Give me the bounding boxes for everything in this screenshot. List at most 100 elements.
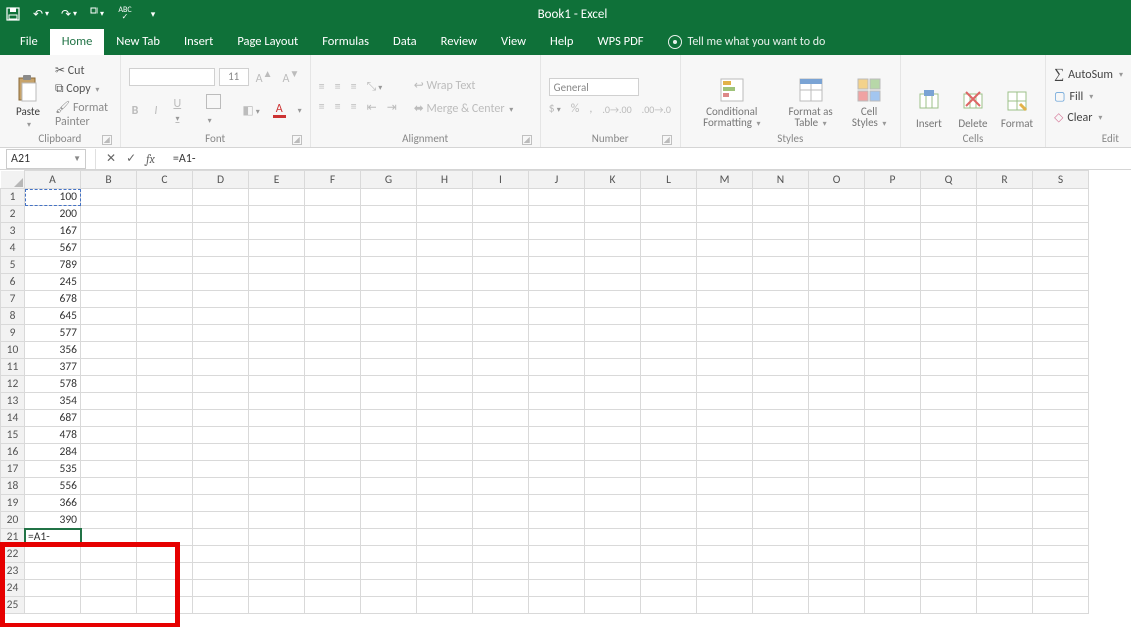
cell-E14[interactable] [249, 410, 305, 427]
cell-S7[interactable] [1033, 291, 1089, 308]
cell-L23[interactable] [641, 563, 697, 580]
cell-J5[interactable] [529, 257, 585, 274]
cell-L6[interactable] [641, 274, 697, 291]
cell-A17[interactable]: 535 [25, 461, 81, 478]
cell-R15[interactable] [977, 427, 1033, 444]
cell-H16[interactable] [417, 444, 473, 461]
cell-G2[interactable] [361, 206, 417, 223]
cell-O11[interactable] [809, 359, 865, 376]
cell-J7[interactable] [529, 291, 585, 308]
cell-G1[interactable] [361, 189, 417, 206]
cell-D5[interactable] [193, 257, 249, 274]
cell-K25[interactable] [585, 597, 641, 614]
cell-K6[interactable] [585, 274, 641, 291]
cell-S10[interactable] [1033, 342, 1089, 359]
cell-N2[interactable] [753, 206, 809, 223]
cell-H17[interactable] [417, 461, 473, 478]
touch-mode-icon[interactable]: ▾ [90, 7, 104, 21]
row-header-18[interactable]: 18 [1, 478, 25, 495]
cell-A6[interactable]: 245 [25, 274, 81, 291]
column-header-J[interactable]: J [529, 171, 585, 189]
cell-C12[interactable] [137, 376, 193, 393]
spelling-icon[interactable]: ABC✓ [118, 7, 132, 21]
cell-G21[interactable] [361, 529, 417, 546]
cell-H15[interactable] [417, 427, 473, 444]
cell-Q3[interactable] [921, 223, 977, 240]
cell-P7[interactable] [865, 291, 921, 308]
cell-Q5[interactable] [921, 257, 977, 274]
formula-cancel-icon[interactable]: ✕ [106, 151, 116, 166]
cell-O7[interactable] [809, 291, 865, 308]
row-header-19[interactable]: 19 [1, 495, 25, 512]
cell-G24[interactable] [361, 580, 417, 597]
accounting-format-icon[interactable]: $▾ [549, 102, 561, 116]
cell-O4[interactable] [809, 240, 865, 257]
cell-B3[interactable] [81, 223, 137, 240]
cell-E20[interactable] [249, 512, 305, 529]
cell-Q12[interactable] [921, 376, 977, 393]
cell-F24[interactable] [305, 580, 361, 597]
cell-O24[interactable] [809, 580, 865, 597]
cell-R20[interactable] [977, 512, 1033, 529]
cell-S3[interactable] [1033, 223, 1089, 240]
cell-Q4[interactable] [921, 240, 977, 257]
cell-L3[interactable] [641, 223, 697, 240]
cell-B17[interactable] [81, 461, 137, 478]
cell-S17[interactable] [1033, 461, 1089, 478]
cell-C24[interactable] [137, 580, 193, 597]
cell-Q24[interactable] [921, 580, 977, 597]
cell-A4[interactable]: 567 [25, 240, 81, 257]
cell-N21[interactable] [753, 529, 809, 546]
cell-R6[interactable] [977, 274, 1033, 291]
cell-L16[interactable] [641, 444, 697, 461]
column-header-B[interactable]: B [81, 171, 137, 189]
cell-G8[interactable] [361, 308, 417, 325]
cell-M13[interactable] [697, 393, 753, 410]
cell-H7[interactable] [417, 291, 473, 308]
cell-E9[interactable] [249, 325, 305, 342]
align-bottom-icon[interactable]: ≡ [351, 80, 357, 94]
cell-B22[interactable] [81, 546, 137, 563]
cell-K17[interactable] [585, 461, 641, 478]
cell-K13[interactable] [585, 393, 641, 410]
cell-A22[interactable] [25, 546, 81, 563]
cell-R12[interactable] [977, 376, 1033, 393]
cell-O3[interactable] [809, 223, 865, 240]
cell-B24[interactable] [81, 580, 137, 597]
cell-G23[interactable] [361, 563, 417, 580]
cell-I1[interactable] [473, 189, 529, 206]
tab-help[interactable]: Help [538, 29, 585, 55]
cell-J1[interactable] [529, 189, 585, 206]
row-header-14[interactable]: 14 [1, 410, 25, 427]
cell-B21[interactable] [81, 529, 137, 546]
cell-Q1[interactable] [921, 189, 977, 206]
cell-O25[interactable] [809, 597, 865, 614]
cell-L5[interactable] [641, 257, 697, 274]
cell-S23[interactable] [1033, 563, 1089, 580]
align-top-icon[interactable]: ≡ [319, 80, 325, 94]
cell-C3[interactable] [137, 223, 193, 240]
cell-J18[interactable] [529, 478, 585, 495]
delete-cells-button[interactable]: Delete [953, 58, 993, 132]
cell-E12[interactable] [249, 376, 305, 393]
font-color-button[interactable]: A [273, 103, 286, 118]
cell-F20[interactable] [305, 512, 361, 529]
cell-S18[interactable] [1033, 478, 1089, 495]
cell-D17[interactable] [193, 461, 249, 478]
cell-N15[interactable] [753, 427, 809, 444]
tab-page-layout[interactable]: Page Layout [225, 29, 310, 55]
cell-D19[interactable] [193, 495, 249, 512]
cell-C18[interactable] [137, 478, 193, 495]
number-format-input[interactable] [549, 78, 639, 96]
cell-G19[interactable] [361, 495, 417, 512]
cell-Q16[interactable] [921, 444, 977, 461]
cell-O17[interactable] [809, 461, 865, 478]
cell-F25[interactable] [305, 597, 361, 614]
cell-Q7[interactable] [921, 291, 977, 308]
cell-F2[interactable] [305, 206, 361, 223]
cell-N18[interactable] [753, 478, 809, 495]
cell-E8[interactable] [249, 308, 305, 325]
cell-B7[interactable] [81, 291, 137, 308]
cell-S8[interactable] [1033, 308, 1089, 325]
cell-M21[interactable] [697, 529, 753, 546]
